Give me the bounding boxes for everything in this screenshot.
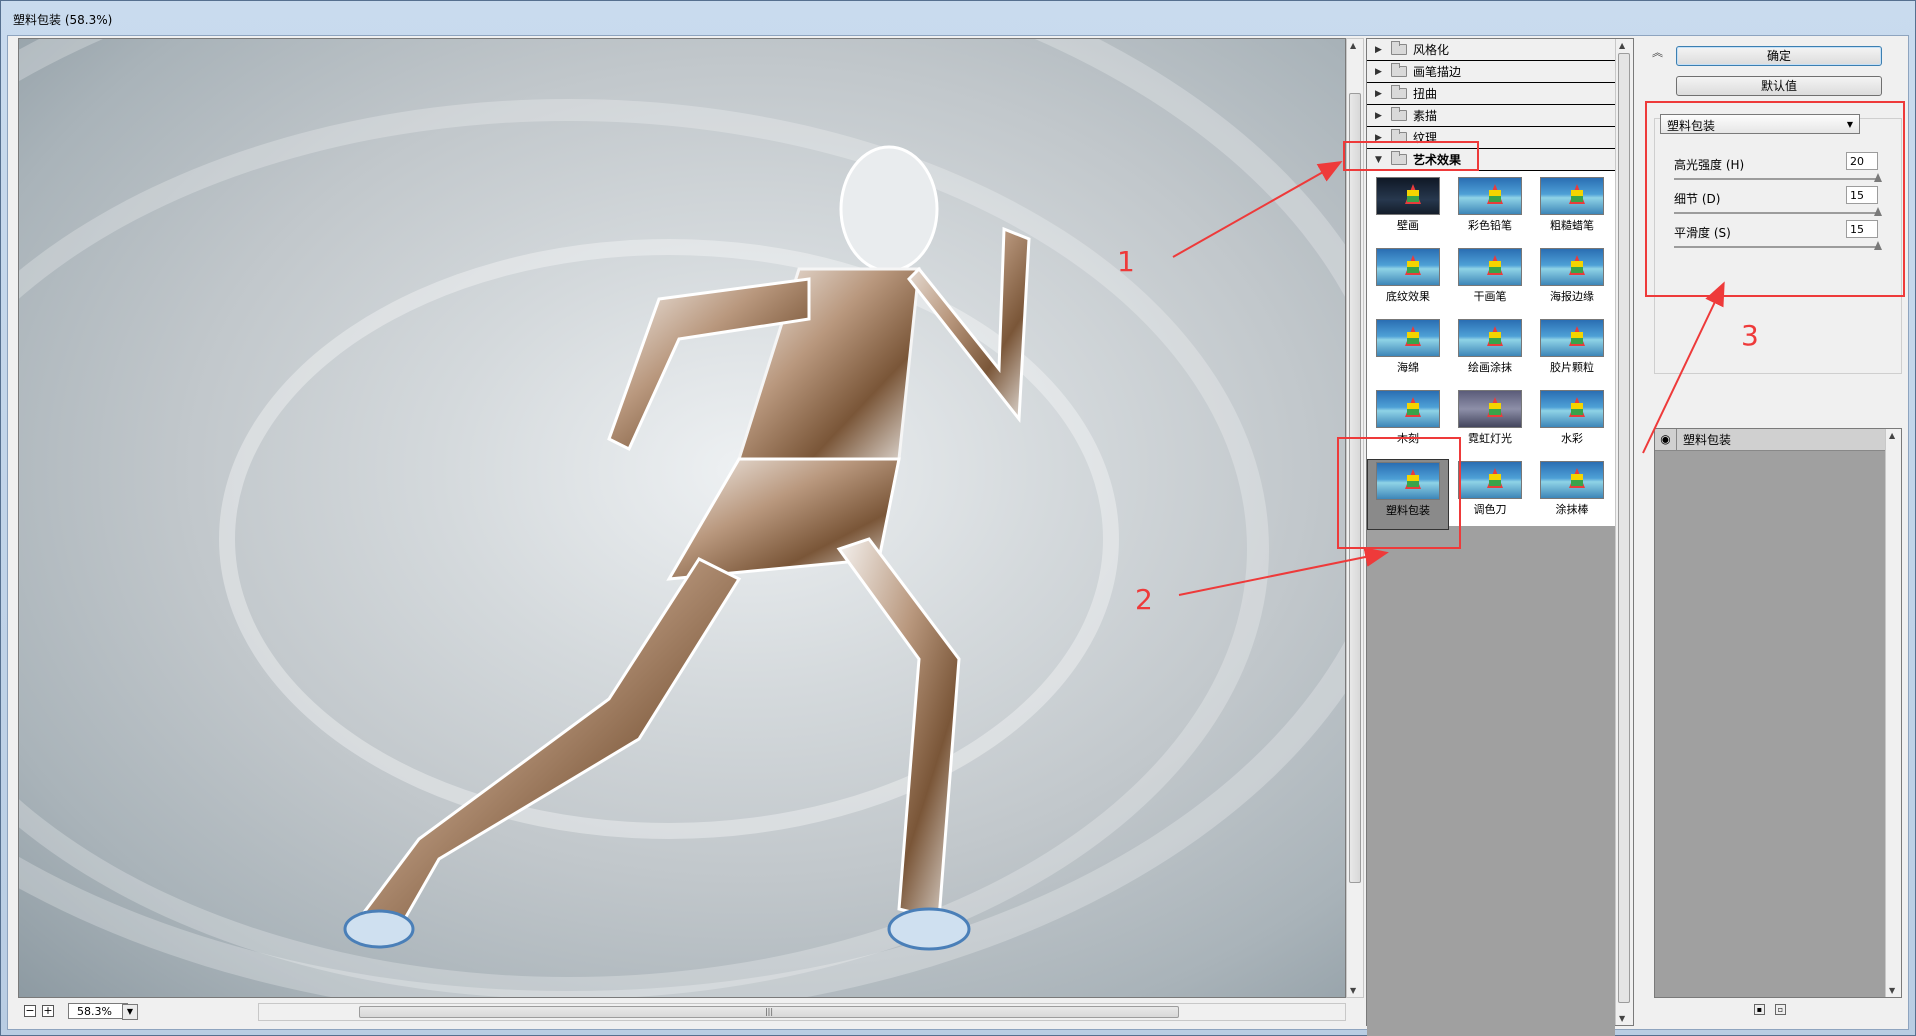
delete-effect-layer-icon[interactable]: ▫ xyxy=(1775,1004,1786,1015)
zoom-in-button[interactable]: + xyxy=(42,1005,54,1017)
filter-preview-image xyxy=(1458,319,1522,357)
filter-preview-image xyxy=(1458,390,1522,428)
filter-thumbnail-label: 海绵 xyxy=(1397,361,1419,374)
gallery-scrollbar[interactable]: ▲ ▼ xyxy=(1615,39,1633,1025)
filter-preview-image xyxy=(1540,319,1604,357)
filter-folder[interactable]: ▶ 风格化 xyxy=(1367,39,1615,61)
filter-thumbnail-label: 水彩 xyxy=(1561,432,1583,445)
filter-thumbnail-label: 底纹效果 xyxy=(1386,290,1430,303)
filter-thumbnail[interactable]: 底纹效果 xyxy=(1367,246,1449,317)
folder-label: 风格化 xyxy=(1413,43,1450,57)
gallery-empty-area xyxy=(1367,526,1615,1036)
filter-thumbnail-label: 彩色铅笔 xyxy=(1468,219,1512,232)
filter-thumbnail[interactable]: 粗糙蜡笔 xyxy=(1531,175,1613,246)
filter-thumbnail-label: 粗糙蜡笔 xyxy=(1550,219,1594,232)
filter-folder[interactable]: ▶ 扭曲 xyxy=(1367,83,1615,105)
expand-right-icon[interactable]: ▶ xyxy=(1375,67,1385,77)
scroll-up-icon[interactable]: ▲ xyxy=(1619,41,1625,50)
image-preview[interactable] xyxy=(18,38,1346,998)
expand-right-icon[interactable]: ▶ xyxy=(1375,89,1385,99)
layers-scrollbar[interactable]: ▲ ▼ xyxy=(1885,429,1901,997)
expand-right-icon[interactable]: ▶ xyxy=(1375,111,1385,121)
filter-folder[interactable]: ▶ 素描 xyxy=(1367,105,1615,127)
zoom-bar: − + 58.3% ▼ ||| xyxy=(18,1002,1346,1024)
filter-thumbnail[interactable]: 胶片颗粒 xyxy=(1531,317,1613,388)
filter-preview-image xyxy=(1376,390,1440,428)
effect-layer-name: 塑料包装 xyxy=(1683,433,1732,447)
folder-icon xyxy=(1391,85,1407,99)
folder-label: 画笔描边 xyxy=(1413,65,1462,79)
scroll-thumb[interactable]: ||| xyxy=(359,1006,1179,1018)
filter-thumbnail-label: 涂抹棒 xyxy=(1555,503,1589,516)
filter-thumbnail-label: 霓虹灯光 xyxy=(1468,432,1512,445)
zoom-level-field[interactable]: 58.3% xyxy=(68,1003,128,1019)
scroll-up-icon[interactable]: ▲ xyxy=(1350,41,1356,50)
filter-preview-image xyxy=(1376,248,1440,286)
scroll-down-icon[interactable]: ▼ xyxy=(1350,986,1356,995)
filter-preview-image xyxy=(1458,461,1522,499)
filter-thumbnail[interactable]: 调色刀 xyxy=(1449,459,1531,530)
effect-layer-row[interactable]: ◉ 塑料包装 xyxy=(1655,428,1901,451)
filter-thumbnail-label: 胶片颗粒 xyxy=(1550,361,1594,374)
folder-label: 素描 xyxy=(1413,109,1438,123)
annotation-number-2: 2 xyxy=(1135,583,1153,616)
filter-folder[interactable]: ▶ 画笔描边 xyxy=(1367,61,1615,83)
folder-label: 扭曲 xyxy=(1413,87,1438,101)
annotation-box-2 xyxy=(1337,437,1461,549)
ok-button[interactable]: 确定 xyxy=(1676,46,1882,66)
filter-preview-image xyxy=(1376,319,1440,357)
filter-thumbnail[interactable]: 彩色铅笔 xyxy=(1449,175,1531,246)
dialog-client: ▲ ▼ − + 58.3% ▼ ||| ▶ 风格化 ▶ 画笔描边 ▶ 扭曲 ▶ 素描 ▶ 纹理 ▼ 艺… xyxy=(7,35,1909,1036)
runner-figure xyxy=(343,145,1031,951)
annotation-box-3 xyxy=(1645,101,1905,297)
filter-thumbnail-label: 海报边缘 xyxy=(1550,290,1594,303)
eye-icon[interactable]: ◉ xyxy=(1655,428,1677,451)
collapse-gallery-icon[interactable]: ︽ xyxy=(1652,44,1663,60)
zoom-dropdown-icon[interactable]: ▼ xyxy=(122,1004,138,1020)
filter-preview-image xyxy=(1376,177,1440,215)
scroll-down-icon[interactable]: ▼ xyxy=(1889,986,1895,995)
filter-thumbnail[interactable]: 绘画涂抹 xyxy=(1449,317,1531,388)
filter-preview-image xyxy=(1458,177,1522,215)
annotation-number-3: 3 xyxy=(1741,319,1759,352)
filter-thumbnail-label: 壁画 xyxy=(1397,219,1419,232)
scroll-up-icon[interactable]: ▲ xyxy=(1889,431,1895,440)
annotation-number-1: 1 xyxy=(1117,245,1135,278)
filter-preview-image xyxy=(1540,248,1604,286)
window-title: 塑料包装 (58.3%) xyxy=(13,13,113,27)
effect-layer-list: ◉ 塑料包装 xyxy=(1655,428,1901,451)
filter-preview-image xyxy=(1540,390,1604,428)
scroll-thumb[interactable] xyxy=(1618,53,1630,1003)
scroll-down-icon[interactable]: ▼ xyxy=(1619,1014,1625,1023)
filter-thumbnail[interactable]: 涂抹棒 xyxy=(1531,459,1613,530)
folder-icon xyxy=(1391,63,1407,77)
filter-thumbnail-label: 调色刀 xyxy=(1473,503,1507,516)
preview-horizontal-scrollbar[interactable]: ||| xyxy=(258,1003,1346,1021)
new-effect-layer-icon[interactable]: ▪ xyxy=(1754,1004,1765,1015)
filter-thumbnail-label: 干画笔 xyxy=(1473,290,1507,303)
filter-thumbnail[interactable]: 霓虹灯光 xyxy=(1449,388,1531,459)
annotation-box-1 xyxy=(1343,141,1479,171)
expand-right-icon[interactable]: ▶ xyxy=(1375,45,1385,55)
filter-thumbnail[interactable]: 壁画 xyxy=(1367,175,1449,246)
filter-preview-image xyxy=(1458,248,1522,286)
effect-layers-panel: ◉ 塑料包装 ▲ ▼ xyxy=(1654,428,1902,998)
folder-icon xyxy=(1391,107,1407,121)
filter-thumbnail[interactable]: 水彩 xyxy=(1531,388,1613,459)
filter-thumbnail[interactable]: 干画笔 xyxy=(1449,246,1531,317)
filter-gallery-window: 塑料包装 (58.3%) ▲ ▼ − + 58.3% ▼ ||| ▶ 风格化 ▶… xyxy=(0,0,1916,1036)
filter-thumbnail[interactable]: 海报边缘 xyxy=(1531,246,1613,317)
filter-thumbnail-label: 绘画涂抹 xyxy=(1468,361,1512,374)
filter-thumbnail[interactable]: 海绵 xyxy=(1367,317,1449,388)
layer-actions: ▪ ▫ xyxy=(1754,1004,1786,1015)
filter-preview-image xyxy=(1540,461,1604,499)
zoom-out-button[interactable]: − xyxy=(24,1005,36,1017)
folder-icon xyxy=(1391,41,1407,55)
default-button[interactable]: 默认值 xyxy=(1676,76,1882,96)
filter-preview-image xyxy=(1540,177,1604,215)
